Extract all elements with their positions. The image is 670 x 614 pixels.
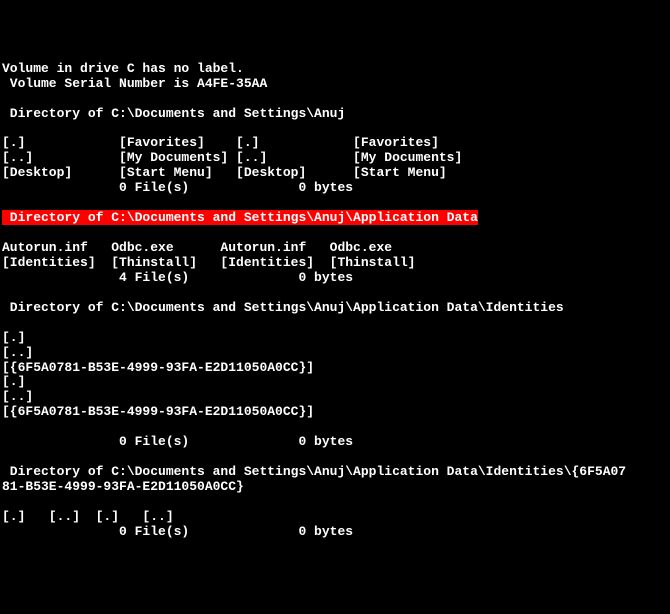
terminal-line: 0 File(s) 0 bytes [2, 525, 668, 540]
terminal-line [2, 196, 668, 211]
terminal-line: [..] [2, 390, 668, 405]
terminal-line: Volume in drive C has no label. [2, 62, 668, 77]
terminal-line: [..] [2, 346, 668, 361]
terminal-line: Volume Serial Number is A4FE-35AA [2, 77, 668, 92]
terminal-line: [.] [..] [.] [..] [2, 510, 668, 525]
terminal-line [2, 286, 668, 301]
terminal-line: [{6F5A0781-B53E-4999-93FA-E2D11050A0CC}] [2, 405, 668, 420]
terminal-line [2, 316, 668, 331]
terminal-line: [Identities] [Thinstall] [Identities] [T… [2, 256, 668, 271]
terminal-line: Directory of C:\Documents and Settings\A… [2, 301, 668, 316]
highlighted-line: Directory of C:\Documents and Settings\A… [2, 211, 668, 226]
terminal-line: [.] [2, 375, 668, 390]
terminal-line: 0 File(s) 0 bytes [2, 181, 668, 196]
terminal-line: 81-B53E-4999-93FA-E2D11050A0CC} [2, 480, 668, 495]
terminal-line: Autorun.inf Odbc.exe Autorun.inf Odbc.ex… [2, 241, 668, 256]
terminal-line: 4 File(s) 0 bytes [2, 271, 668, 286]
terminal-line: [.] [2, 331, 668, 346]
terminal-line [2, 420, 668, 435]
terminal-line: [Desktop] [Start Menu] [Desktop] [Start … [2, 166, 668, 181]
terminal-line [2, 226, 668, 241]
terminal-line [2, 495, 668, 510]
terminal-line: Directory of C:\Documents and Settings\A… [2, 465, 668, 480]
terminal-line [2, 92, 668, 107]
terminal-line [2, 122, 668, 137]
terminal-output: Volume in drive C has no label. Volume S… [2, 62, 668, 540]
terminal-line: [.] [Favorites] [.] [Favorites] [2, 136, 668, 151]
terminal-line: Directory of C:\Documents and Settings\A… [2, 107, 668, 122]
terminal-line: [{6F5A0781-B53E-4999-93FA-E2D11050A0CC}] [2, 361, 668, 376]
terminal-line: 0 File(s) 0 bytes [2, 435, 668, 450]
terminal-line [2, 450, 668, 465]
terminal-line: [..] [My Documents] [..] [My Documents] [2, 151, 668, 166]
